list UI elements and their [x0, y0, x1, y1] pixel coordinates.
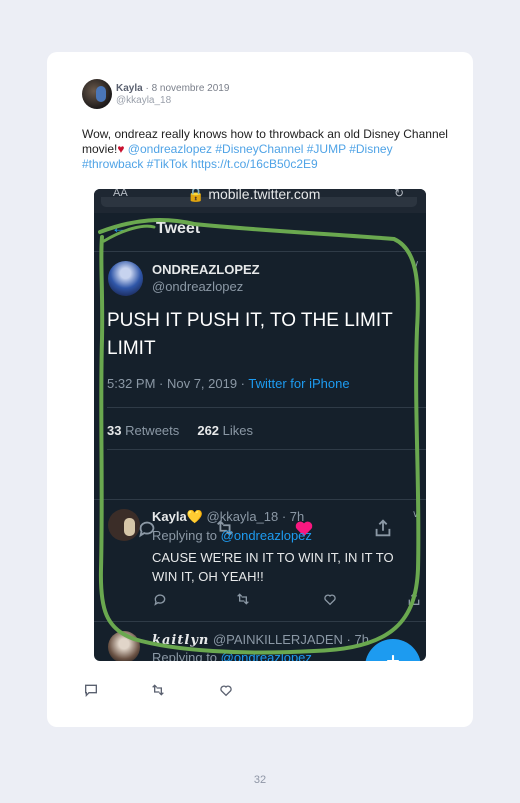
back-arrow-icon: ←	[111, 218, 128, 237]
post-timestamp: 5:32 PM · Nov 7, 2019 ·	[107, 376, 249, 391]
reply2-avatar	[108, 631, 140, 661]
retweets-count: 33	[107, 423, 122, 438]
author-handle[interactable]: @kkayla_18	[116, 95, 171, 106]
tweet-card: Kayla · 8 novembre 2019 @kkayla_18 Wow, …	[47, 52, 473, 727]
reload-icon: ↻	[394, 189, 405, 200]
post-stats: 33 Retweets 262 Likes	[107, 423, 253, 438]
post-meta: 5:32 PM · Nov 7, 2019 · Twitter for iPho…	[107, 376, 350, 391]
replying-prefix: Replying to	[152, 650, 221, 661]
page-number: 32	[253, 774, 267, 786]
like-icon	[324, 594, 336, 606]
divider	[107, 449, 426, 450]
avatar[interactable]	[82, 79, 112, 109]
likes-count: 262	[197, 423, 220, 438]
share-icon	[408, 592, 420, 605]
divider	[107, 407, 426, 408]
reply-text: CAUSE WE'RE IN IT TO WIN IT, IN IT TO WI…	[152, 550, 394, 584]
post-source: Twitter for iPhone	[248, 376, 350, 391]
author-name[interactable]: Kayla	[116, 83, 143, 94]
reply2-author-name: kaitlyn	[152, 633, 210, 648]
chevron-down-icon: ∨	[412, 509, 420, 520]
reply-icon	[154, 594, 166, 606]
like-icon[interactable]	[218, 682, 234, 698]
tweet-links[interactable]: @ondreazlopez #DisneyChannel #JUMP #Disn…	[82, 142, 393, 171]
retweet-icon	[237, 593, 249, 605]
divider	[94, 621, 426, 622]
author-line: Kayla · 8 novembre 2019	[116, 83, 229, 95]
url-text: 🔒 mobile.twitter.com	[187, 189, 321, 202]
post-author-handle: @ondreazlopez	[152, 279, 244, 294]
compose-icon	[387, 655, 399, 661]
tweet-date: · 8 novembre 2019	[142, 83, 230, 94]
post-avatar	[108, 261, 143, 296]
replying-to: Replying to @ondreazlopez	[152, 528, 312, 543]
reply-author-name: Kayla💛	[152, 509, 203, 524]
replying-to: Replying to @ondreazlopez	[152, 650, 312, 661]
browser-url-bar: AA 🔒 mobile.twitter.com ↻	[94, 189, 426, 213]
post-text: PUSH IT PUSH IT, TO THE LIMIT LIMIT	[107, 310, 393, 359]
reply2-header: kaitlyn @PAINKILLERJADEN · 7h	[152, 632, 369, 648]
embedded-screenshot: AA 🔒 mobile.twitter.com ↻ ← Tweet ONDREA…	[94, 189, 426, 661]
reply-header: Kayla💛 @kkayla_18 · 7h	[152, 509, 304, 525]
retweets-label: Retweets	[121, 423, 180, 438]
header-title: Tweet	[156, 220, 201, 237]
chevron-down-icon: ∨	[412, 259, 420, 270]
reply-icon[interactable]	[83, 682, 99, 698]
reply2-author-meta: @PAINKILLERJADEN · 7h	[209, 632, 369, 647]
divider	[94, 499, 426, 500]
likes-label: Likes	[219, 423, 254, 438]
replying-handle: @ondreazlopez	[220, 650, 312, 661]
reply-avatar	[108, 509, 140, 541]
replying-prefix: Replying to	[152, 528, 221, 543]
divider	[94, 251, 426, 252]
retweet-icon[interactable]	[150, 682, 166, 698]
tweet-text: Wow, ondreaz really knows how to throwba…	[82, 127, 452, 172]
reply-author-meta: @kkayla_18 · 7h	[202, 509, 305, 524]
text-size-button: AA	[113, 189, 128, 199]
replying-handle: @ondreazlopez	[220, 528, 312, 543]
post-author-name: ONDREAZLOPEZ	[152, 262, 260, 277]
share-icon	[375, 519, 391, 537]
compose-button	[365, 639, 421, 661]
